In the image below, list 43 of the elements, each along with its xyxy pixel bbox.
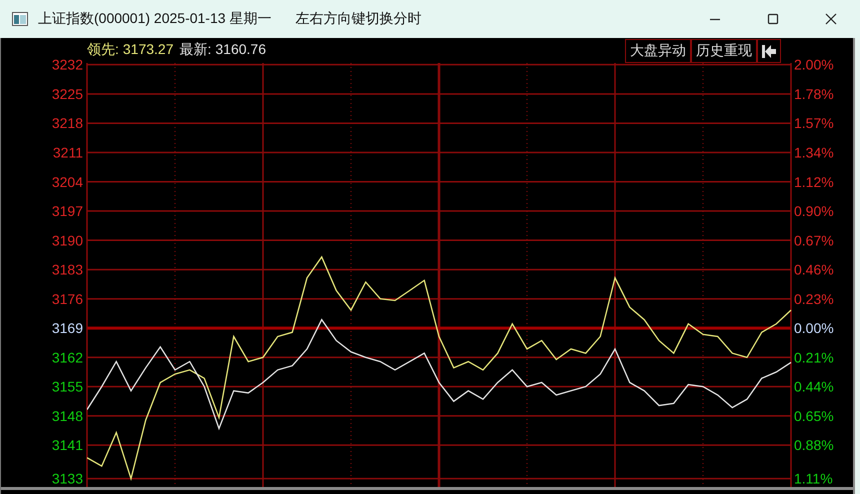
skip-to-start-icon <box>762 44 776 58</box>
first-page-button[interactable] <box>757 39 781 63</box>
price-tick-label: 3133 <box>52 470 83 487</box>
price-tick-label: 3169 <box>52 320 83 336</box>
toolbar-button[interactable]: 历史重现 <box>691 39 757 63</box>
price-tick-label: 3225 <box>52 86 83 102</box>
percent-tick-label: 0.88% <box>794 437 834 454</box>
percent-tick-label: 0.23% <box>794 290 834 307</box>
window-hint: 左右方向键切换分时 <box>295 10 422 28</box>
legend-label: 最新: <box>180 41 212 59</box>
maximize-icon <box>767 13 779 25</box>
price-tick-label: 3162 <box>52 349 83 366</box>
price-tick-label: 3155 <box>52 378 83 395</box>
percent-tick-label: 0.67% <box>794 232 834 248</box>
percent-tick-label: 0.00% <box>794 320 834 336</box>
price-tick-label: 3232 <box>52 56 83 73</box>
percent-tick-label: 1.11% <box>794 470 833 487</box>
price-tick-label: 3204 <box>52 174 83 190</box>
percent-tick-label: 1.12% <box>794 174 834 190</box>
percent-tick-label: 1.34% <box>794 144 834 160</box>
price-tick-label: 3183 <box>52 262 83 278</box>
price-tick-label: 3148 <box>52 408 83 424</box>
price-tick-label: 3197 <box>52 203 83 220</box>
price-tick-label: 3218 <box>52 115 83 132</box>
percent-tick-label: 0.44% <box>794 378 834 395</box>
price-tick-label: 3211 <box>52 144 83 160</box>
percent-tick-label: 2.00% <box>794 56 834 73</box>
window-title: 上证指数(000001) 2025-01-13 星期一 <box>38 10 272 28</box>
legend-value: 3173.27 <box>122 41 174 59</box>
toolbar-button[interactable]: 大盘异动 <box>625 39 691 63</box>
percent-tick-label: 0.46% <box>794 262 834 278</box>
app-icon <box>12 12 28 26</box>
percent-tick-label: 0.90% <box>794 203 834 220</box>
legend-value: 3160.76 <box>215 41 266 59</box>
price-tick-label: 3176 <box>52 290 83 307</box>
percent-tick-label: 1.57% <box>794 115 834 132</box>
legend-label: 领先: <box>87 41 119 59</box>
price-tick-label: 3141 <box>52 437 83 454</box>
percent-tick-label: 0.65% <box>794 408 834 424</box>
percent-tick-label: 0.21% <box>794 349 834 366</box>
price-tick-label: 3190 <box>52 232 83 248</box>
close-icon <box>825 13 837 25</box>
percent-tick-label: 1.78% <box>794 86 834 102</box>
